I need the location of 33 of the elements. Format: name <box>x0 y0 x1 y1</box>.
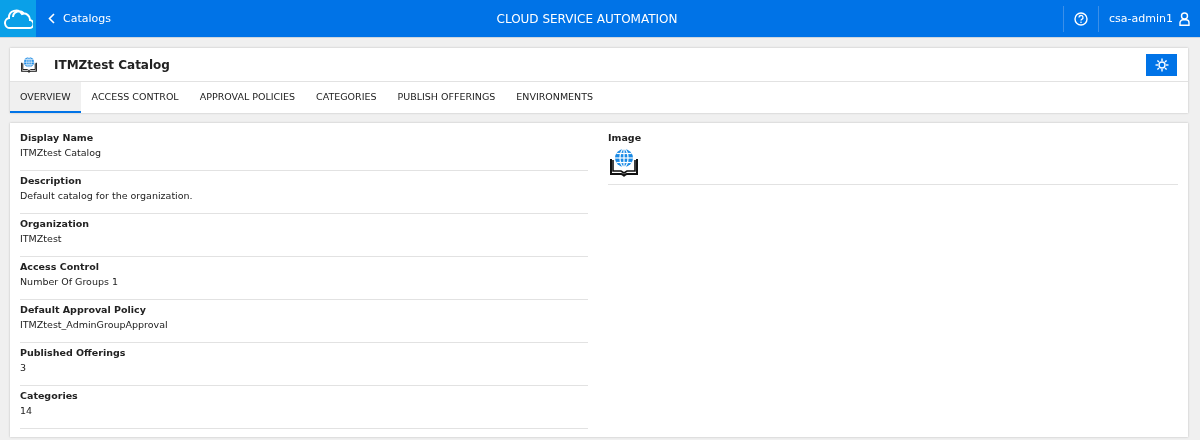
tab[interactable]: OVERVIEW <box>10 82 81 113</box>
field-value: Number Of Groups 1 <box>20 276 119 287</box>
field-value: ITMZtest_AdminGroupApproval <box>20 319 169 330</box>
field-value: ITMZtest <box>20 233 63 244</box>
field-label: Description <box>20 175 83 186</box>
field-value: 14 <box>20 405 34 416</box>
cloud-logo-icon <box>3 7 33 30</box>
field-value: ITMZtest Catalog <box>20 147 103 158</box>
settings-icon <box>1154 57 1169 72</box>
back-link[interactable]: Catalogs <box>48 12 111 25</box>
tab[interactable]: ENVIRONMENTS <box>506 82 604 113</box>
settings-button[interactable] <box>1146 53 1177 76</box>
user-menu[interactable]: csa-admin1 <box>1109 11 1190 26</box>
book-globe-icon <box>20 55 38 74</box>
tab[interactable]: CATEGORIES <box>306 82 387 113</box>
field-label: Published Offerings <box>20 347 127 358</box>
field-value: 3 <box>20 362 28 373</box>
field-label: Categories <box>20 390 79 401</box>
book-globe-icon <box>608 147 640 179</box>
help-icon[interactable] <box>1074 11 1089 26</box>
field-label: Access Control <box>20 261 100 272</box>
field-label: Default Approval Policy <box>20 304 147 315</box>
tab[interactable]: ACCESS CONTROL <box>81 82 189 113</box>
field-label: Organization <box>20 218 91 229</box>
field-label: Display Name <box>20 132 95 143</box>
field-label: Image <box>608 132 643 143</box>
user-icon <box>1179 11 1190 26</box>
field-value: Default catalog for the organization. <box>20 190 194 201</box>
tab[interactable]: APPROVAL POLICIES <box>189 82 305 113</box>
app-title: CLOUD SERVICE AUTOMATION <box>495 11 679 26</box>
catalog-title: ITMZtest Catalog <box>54 57 171 72</box>
tab[interactable]: PUBLISH OFFERINGS <box>387 82 506 113</box>
chevron-left-icon <box>48 13 55 24</box>
